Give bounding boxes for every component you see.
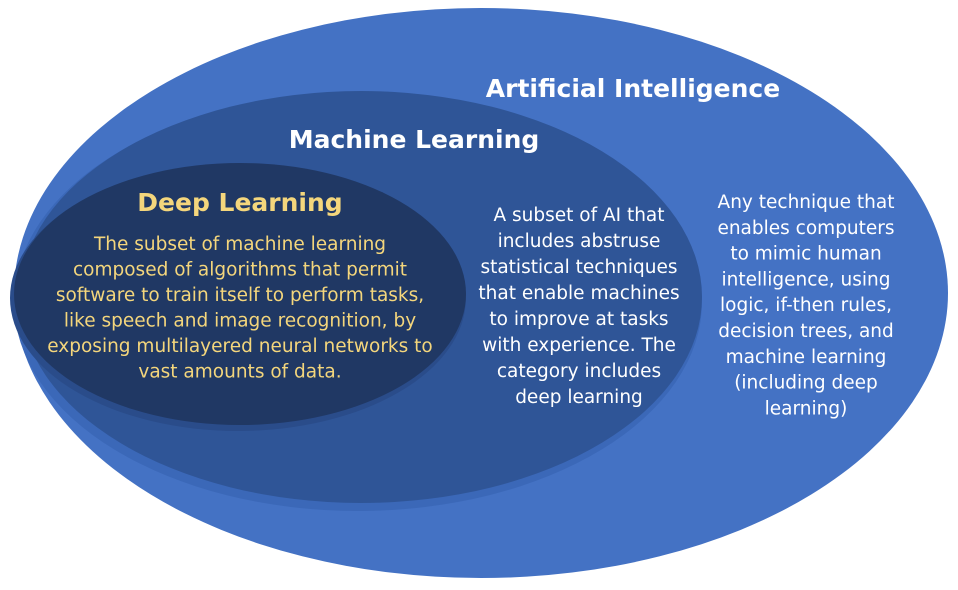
deep-learning-description-line: like speech and image recognition, by [64,311,416,332]
artificial-intelligence-description-line: (including deep [734,373,878,394]
machine-learning-description-line: with experience. The [482,335,676,356]
machine-learning-description-line: to improve at tasks [489,309,668,330]
ml-title: Machine Learning [289,125,540,154]
ai-description: Any technique that enables computers to mi… [717,192,894,419]
ai-title: Artificial Intelligence [486,74,780,103]
machine-learning-description-line: includes abstruse [498,231,661,252]
artificial-intelligence-description-line: enables computers [717,218,894,239]
machine-learning-description-line: deep learning [515,387,643,408]
artificial-intelligence-description-line: Any technique that [718,192,895,213]
artificial-intelligence-description-line: intelligence, using [721,269,890,290]
artificial-intelligence-description-line: decision trees, and [718,321,894,342]
deep-learning-description-line: The subset of machine learning [93,234,386,255]
artificial-intelligence-description-line: learning) [765,398,848,419]
artificial-intelligence-description-line: machine learning [726,347,887,368]
machine-learning-description-line: A subset of AI that [493,205,664,226]
machine-learning-description-line: statistical techniques [480,257,677,278]
deep-learning-description-line: vast amounts of data. [138,362,341,383]
artificial-intelligence-description-line: to mimic human [730,244,881,265]
machine-learning-description-line: category includes [497,361,661,382]
machine-learning-description-line: that enable machines [478,283,679,304]
deep-learning-description-line: composed of algorithms that permit [73,260,407,281]
dl-title: Deep Learning [137,188,342,217]
deep-learning-description-line: software to train itself to perform task… [56,285,424,306]
deep-learning-description-line: exposing multilayered neural networks to [47,336,433,357]
artificial-intelligence-description-line: logic, if-then rules, [720,295,892,316]
ai-ml-dl-diagram: Artificial Intelligence Machine Learning… [10,8,948,578]
